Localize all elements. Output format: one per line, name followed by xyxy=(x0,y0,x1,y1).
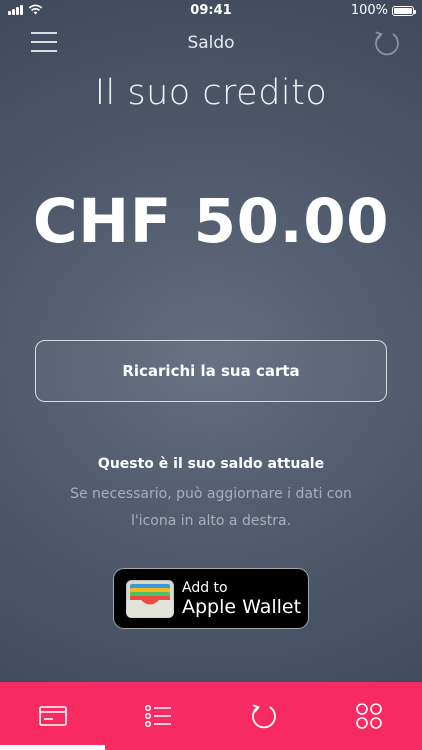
wallet-name-label: Apple Wallet xyxy=(182,595,302,618)
balance-amount: CHF 50.00 xyxy=(32,186,390,257)
recharge-card-button[interactable]: Ricarichi la sua carta xyxy=(35,340,387,402)
battery-percent: 100% xyxy=(350,3,388,18)
add-to-apple-wallet-button[interactable]: Add to Apple Wallet xyxy=(113,568,309,629)
navigation-bar: Saldo xyxy=(0,22,422,64)
card-icon[interactable] xyxy=(37,700,69,732)
wallet-add-label: Add to xyxy=(182,579,228,596)
refresh-icon[interactable] xyxy=(248,700,280,732)
list-icon[interactable] xyxy=(142,700,174,732)
refresh-icon[interactable] xyxy=(372,28,402,58)
balance-heading: Il suo credito xyxy=(94,73,328,113)
grid-icon[interactable] xyxy=(353,700,385,732)
tab-bar xyxy=(0,682,422,750)
wallet-icon xyxy=(126,579,174,618)
home-indicator xyxy=(0,745,105,750)
battery-status: 100% xyxy=(350,3,416,18)
page-title: Saldo xyxy=(187,33,235,53)
recharge-label: Ricarichi la sua carta xyxy=(122,362,300,380)
info-title: Questo è il suo saldo attuale xyxy=(97,456,325,472)
battery-icon xyxy=(392,5,416,16)
status-bar: 09:41 100% xyxy=(0,0,422,22)
info-text: Se necessario, può aggiornare i dati con… xyxy=(70,486,352,529)
